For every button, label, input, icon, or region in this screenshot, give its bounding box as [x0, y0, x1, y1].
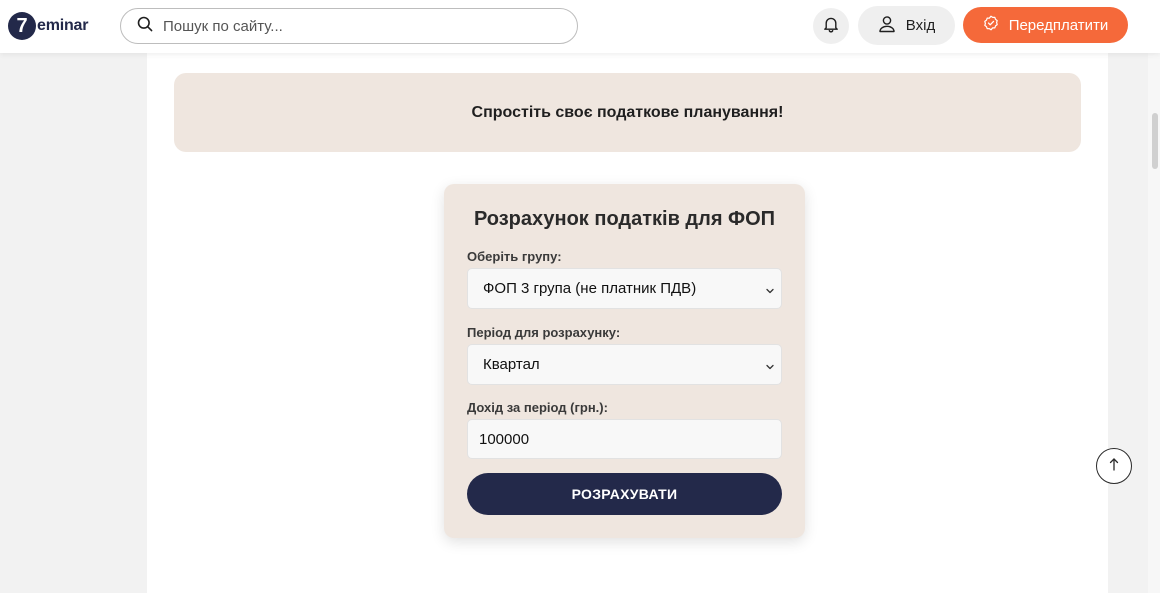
- calculator-title: Розрахунок податків для ФОП: [473, 208, 776, 230]
- promo-banner: Спростіть своє податкове планування!: [174, 73, 1081, 152]
- badge-check-icon: [983, 15, 999, 35]
- income-input[interactable]: 100000: [467, 419, 782, 459]
- subscribe-button[interactable]: Передплатити: [963, 7, 1128, 43]
- main-content: Спростіть своє податкове планування! Роз…: [147, 53, 1108, 593]
- login-button[interactable]: Вхід: [858, 6, 955, 45]
- period-select-value: Квартал: [483, 356, 540, 373]
- user-icon: [878, 15, 896, 37]
- logo-mark: 7: [8, 12, 36, 40]
- notifications-button[interactable]: [813, 8, 849, 44]
- group-select[interactable]: ФОП 3 група (не платник ПДВ): [467, 268, 782, 309]
- group-select-value: ФОП 3 група (не платник ПДВ): [483, 280, 697, 297]
- period-select[interactable]: Квартал: [467, 344, 782, 385]
- calculate-button-label: РОЗРАХУВАТИ: [571, 486, 678, 502]
- site-logo[interactable]: 7 eminar: [8, 12, 88, 40]
- search-icon: [137, 16, 153, 37]
- search-input[interactable]: [163, 17, 543, 35]
- tax-calculator-card: Розрахунок податків для ФОП Оберіть груп…: [444, 184, 805, 538]
- period-label: Період для розрахунку:: [467, 325, 621, 340]
- income-label: Дохід за період (грн.):: [467, 400, 608, 415]
- bell-icon: [822, 15, 840, 38]
- chevron-down-icon: [765, 283, 775, 300]
- chevron-down-icon: [765, 359, 775, 376]
- page-scrollbar[interactable]: [1148, 53, 1160, 593]
- scrollbar-thumb[interactable]: [1152, 113, 1158, 169]
- subscribe-label: Передплатити: [1008, 16, 1109, 34]
- login-label: Вхід: [905, 17, 936, 34]
- scroll-to-top-button[interactable]: [1096, 448, 1132, 484]
- income-input-value: 100000: [479, 430, 530, 448]
- logo-text: eminar: [37, 17, 89, 34]
- search-bar[interactable]: [120, 8, 578, 44]
- site-header: 7 eminar Вхід: [0, 0, 1160, 53]
- group-label: Оберіть групу:: [467, 249, 562, 264]
- calculate-button[interactable]: РОЗРАХУВАТИ: [467, 473, 782, 515]
- promo-text: Спростіть своє податкове планування!: [471, 103, 784, 121]
- arrow-up-icon: [1108, 457, 1120, 476]
